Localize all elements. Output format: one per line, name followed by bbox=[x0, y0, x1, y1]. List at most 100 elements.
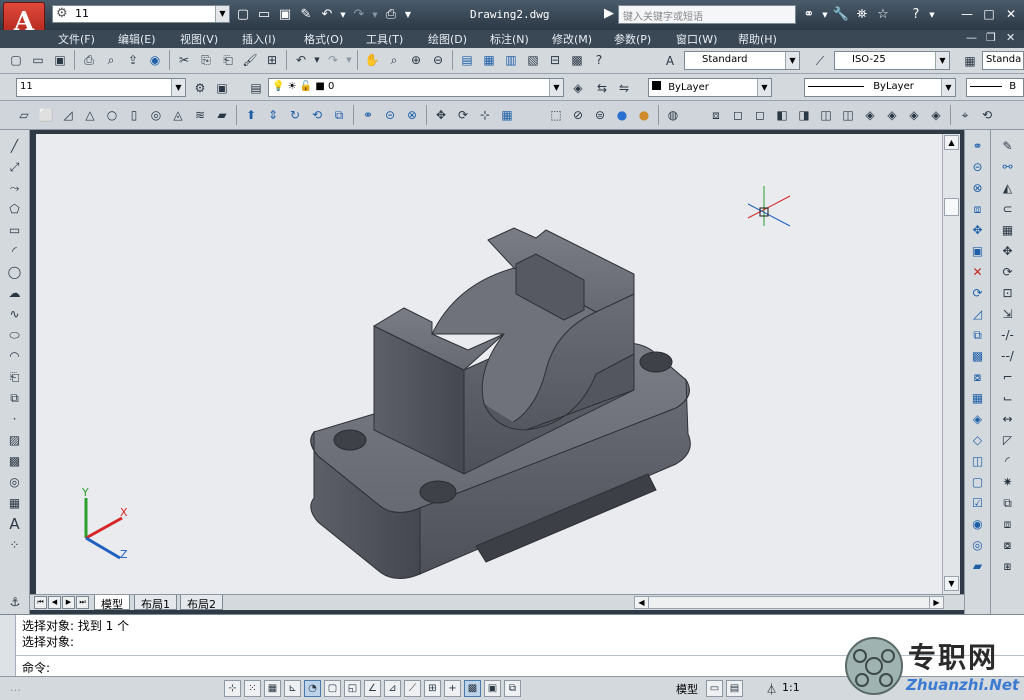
nw-iso-icon[interactable]: ◈ bbox=[926, 105, 946, 125]
explode-icon[interactable]: ✷ bbox=[998, 472, 1018, 492]
sweep-icon[interactable]: ↻ bbox=[285, 105, 305, 125]
join-icon[interactable]: ↔ bbox=[998, 409, 1018, 429]
extrude-faces-icon[interactable]: ⧈ bbox=[968, 199, 988, 219]
intersect-icon[interactable]: ⊗ bbox=[968, 178, 988, 198]
layer-walk-icon[interactable]: ⧉ bbox=[998, 493, 1018, 513]
add-selected-icon[interactable]: ⁘ bbox=[5, 535, 25, 555]
insert-block-icon[interactable]: ⎗ bbox=[5, 367, 25, 387]
help-icon[interactable]: ? bbox=[907, 6, 925, 24]
subtract-icon[interactable]: ⊝ bbox=[968, 157, 988, 177]
save-icon[interactable]: ▣ bbox=[276, 6, 294, 24]
scroll-left-button[interactable]: ◀ bbox=[634, 596, 649, 609]
arc-icon[interactable]: ◜ bbox=[5, 241, 25, 261]
layer-off-icon[interactable]: ⧇ bbox=[998, 535, 1018, 555]
tool-palettes-icon[interactable]: ▥ bbox=[501, 50, 521, 70]
scroll-down-button[interactable]: ▼ bbox=[944, 576, 959, 591]
multiline-text-icon[interactable]: A bbox=[5, 514, 25, 534]
menu-window[interactable]: 窗口(W) bbox=[676, 31, 717, 47]
rotate-icon[interactable]: ⟳ bbox=[998, 262, 1018, 282]
chamfer-icon[interactable]: ◸ bbox=[998, 430, 1018, 450]
copy-icon[interactable]: ⎘ bbox=[196, 50, 216, 70]
tab-layout1[interactable]: 布局1 bbox=[134, 595, 177, 611]
object-snap-tracking-icon[interactable]: ∠ bbox=[364, 680, 381, 697]
paste-icon[interactable]: ⎗ bbox=[218, 50, 238, 70]
check-icon[interactable]: ☑ bbox=[968, 493, 988, 513]
last-tab-icon[interactable]: ⏭ bbox=[76, 596, 89, 609]
top-view-icon[interactable]: ◻ bbox=[728, 105, 748, 125]
zoom-window-icon[interactable]: ⊕ bbox=[406, 50, 426, 70]
qat-dropdown-icon[interactable]: ▼ bbox=[403, 6, 413, 24]
text-style-dropdown[interactable]: Standard ▼ bbox=[684, 51, 800, 70]
revision-cloud-icon[interactable]: ☁ bbox=[5, 283, 25, 303]
move-icon[interactable]: ✥ bbox=[998, 241, 1018, 261]
stretch-icon[interactable]: ⇲ bbox=[998, 304, 1018, 324]
menu-edit[interactable]: 编辑(E) bbox=[118, 31, 156, 47]
undo-icon[interactable]: ↶ bbox=[318, 6, 336, 24]
menu-minimize-icon[interactable]: — bbox=[966, 31, 977, 44]
search-input[interactable]: 键入关键字或短语 bbox=[618, 5, 796, 24]
front-view-icon[interactable]: ◫ bbox=[816, 105, 836, 125]
edit-solid-icon[interactable]: ◉ bbox=[968, 514, 988, 534]
dim-style-icon[interactable]: ⟋ bbox=[810, 51, 830, 71]
scroll-up-button[interactable]: ▲ bbox=[944, 135, 959, 150]
minimize-button[interactable]: — bbox=[958, 6, 976, 22]
color-dropdown[interactable]: ByLayer ▼ bbox=[648, 78, 772, 97]
polyline-icon[interactable]: ⤳ bbox=[5, 178, 25, 198]
design-center-icon[interactable]: ▦ bbox=[479, 50, 499, 70]
torus-icon[interactable]: ◎ bbox=[146, 105, 166, 125]
back-view-icon[interactable]: ◫ bbox=[838, 105, 858, 125]
region-icon[interactable]: ◎ bbox=[5, 472, 25, 492]
lineweight-dropdown[interactable]: B bbox=[966, 78, 1024, 97]
zoom-realtime-icon[interactable]: ⌕ bbox=[384, 50, 404, 70]
orbit-icon[interactable]: ⟲ bbox=[977, 105, 997, 125]
help-icon[interactable]: ? bbox=[589, 50, 609, 70]
clean-icon[interactable]: ◇ bbox=[968, 430, 988, 450]
linetype-dropdown[interactable]: ByLayer ▼ bbox=[804, 78, 956, 97]
wedge-icon[interactable]: ◿ bbox=[58, 105, 78, 125]
chevron-down-icon[interactable]: ▼ bbox=[935, 52, 949, 69]
quick-properties-icon[interactable]: ▩ bbox=[464, 680, 481, 697]
rotate-faces-icon[interactable]: ⟳ bbox=[968, 283, 988, 303]
extend-icon[interactable]: --/ bbox=[998, 346, 1018, 366]
undo-dropdown-icon[interactable]: ▼ bbox=[339, 6, 347, 24]
redo-icon[interactable]: ↷ bbox=[350, 6, 368, 24]
spline-icon[interactable]: ∿ bbox=[5, 304, 25, 324]
menu-restore-icon[interactable]: ❐ bbox=[986, 31, 996, 44]
chevron-down-icon[interactable]: ▼ bbox=[941, 79, 955, 96]
pyramid-icon[interactable]: ◬ bbox=[168, 105, 188, 125]
planar-surface-icon[interactable]: ▰ bbox=[212, 105, 232, 125]
menu-file[interactable]: 文件(F) bbox=[58, 31, 95, 47]
menu-parametric[interactable]: 参数(P) bbox=[614, 31, 651, 47]
drawing-canvas[interactable]: Y X Z bbox=[36, 134, 942, 594]
bottom-view-icon[interactable]: ◻ bbox=[750, 105, 770, 125]
construction-line-icon[interactable]: ⤢ bbox=[5, 157, 25, 177]
ellipse-arc-icon[interactable]: ◠ bbox=[5, 346, 25, 366]
annotation-scale-value[interactable]: 1:1 bbox=[782, 681, 800, 694]
extrude-icon[interactable]: ⬆ bbox=[241, 105, 261, 125]
binoculars-icon[interactable]: ⚭ bbox=[800, 6, 818, 24]
chevron-down-icon[interactable]: ▼ bbox=[215, 6, 229, 22]
menu-help[interactable]: 帮助(H) bbox=[738, 31, 777, 47]
imprint-icon[interactable]: ◈ bbox=[968, 409, 988, 429]
search-options-icon[interactable]: ▶ bbox=[600, 5, 618, 23]
polygon-icon[interactable]: ⬠ bbox=[5, 199, 25, 219]
color-edges-icon[interactable]: ▦ bbox=[968, 388, 988, 408]
horizontal-scrollbar[interactable]: ◀ ▶ bbox=[634, 596, 944, 609]
workspace-combo[interactable]: 11 ▼ bbox=[16, 78, 186, 97]
chevron-down-icon[interactable]: ▼ bbox=[549, 79, 563, 96]
array-icon[interactable]: ▦ bbox=[998, 220, 1018, 240]
command-prompt[interactable]: 命令: bbox=[22, 659, 50, 676]
separate-icon[interactable]: ◫ bbox=[968, 451, 988, 471]
tab-model[interactable]: 模型 bbox=[94, 595, 130, 611]
copy-object-icon[interactable]: ⚯ bbox=[998, 157, 1018, 177]
block-editor-icon[interactable]: ⊞ bbox=[262, 50, 282, 70]
offset-faces-icon[interactable]: ▣ bbox=[968, 241, 988, 261]
point-icon[interactable]: · bbox=[5, 409, 25, 429]
star-icon[interactable]: ☆ bbox=[874, 6, 892, 24]
selection-cycling-icon[interactable]: ▣ bbox=[484, 680, 501, 697]
command-window-grip[interactable] bbox=[0, 615, 16, 677]
open-icon[interactable]: ▭ bbox=[28, 50, 48, 70]
menu-close-icon[interactable]: ✕ bbox=[1006, 31, 1015, 44]
shell-icon[interactable]: ▢ bbox=[968, 472, 988, 492]
snap-mode-icon[interactable]: ⁙ bbox=[244, 680, 261, 697]
